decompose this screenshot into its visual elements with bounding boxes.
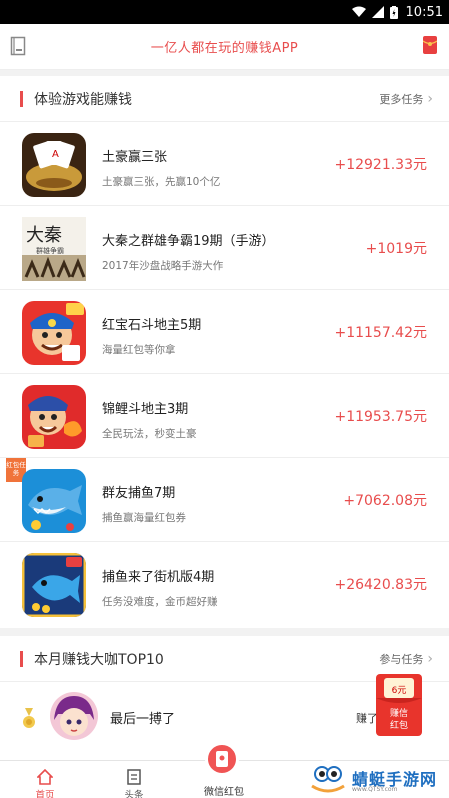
game-name: 大秦之群雄争霸19期（手游）	[102, 234, 275, 249]
floating-red-packet[interactable]: 6元 赚信 红包	[376, 674, 422, 736]
red-envelope-icon[interactable]	[423, 36, 437, 54]
avatar	[50, 692, 98, 740]
svg-text:A: A	[52, 149, 59, 160]
game-reward: +1019元	[365, 241, 427, 257]
game-name: 群友捕鱼7期	[102, 486, 176, 501]
tab-label: 首页	[35, 790, 55, 798]
game-reward: +11953.75元	[334, 409, 427, 425]
app-header: 一亿人都在玩的赚钱APP	[0, 24, 449, 70]
arcade-fishing-game-icon	[22, 553, 86, 617]
experience-games-section: 体验游戏能赚钱 更多任务 › A 土豪赢三张 土豪赢三张，先赢10个亿 +129…	[0, 76, 449, 628]
game-reward: +11157.42元	[334, 325, 427, 341]
more-tasks-label: 更多任务	[379, 92, 424, 106]
dragonfly-logo-icon	[306, 760, 350, 796]
signal-icon	[371, 6, 384, 18]
tab-label: 头条	[124, 790, 144, 798]
more-tasks-link[interactable]: 更多任务 ›	[379, 91, 433, 107]
join-task-link[interactable]: 参与任务 ›	[379, 651, 433, 667]
tab-label: 微信红包	[204, 787, 244, 798]
section-accent-bar	[20, 91, 23, 107]
game-reward: +12921.33元	[334, 157, 427, 173]
watermark-url: www.QTSY.com	[352, 786, 398, 793]
wifi-icon	[351, 6, 366, 17]
landlord-game-icon	[22, 301, 86, 365]
section-header: 体验游戏能赚钱 更多任务 ›	[0, 76, 449, 122]
red-packet-text-2: 红包	[389, 721, 408, 731]
section-accent-bar	[20, 651, 23, 667]
shark-fishing-game-icon	[22, 469, 86, 533]
poker-cards-icon: A	[22, 133, 86, 197]
koi-landlord-game-icon	[22, 385, 86, 449]
section-title: 本月赚钱大咖TOP10	[34, 651, 164, 668]
game-row[interactable]: 捕鱼来了街机版4期 任务没难度，金币超好赚 +26420.83元	[0, 542, 449, 626]
game-row[interactable]: 大秦 群雄争霸 大秦之群雄争霸19期（手游） 2017年沙盘战略手游大作 +101…	[0, 206, 449, 290]
home-icon	[37, 769, 53, 785]
app-slogan: 一亿人都在玩的赚钱APP	[150, 41, 299, 56]
game-reward: +26420.83元	[334, 577, 427, 593]
game-row[interactable]: 锦鲤斗地主3期 全民玩法，秒变土豪 +11953.75元	[0, 374, 449, 458]
game-row[interactable]: 红包任务 群友捕鱼7期 捕鱼赢海量红包券 +7062.08元	[0, 458, 449, 542]
red-packet-icon	[216, 751, 228, 767]
game-reward: +7062.08元	[343, 493, 427, 509]
chevron-right-icon: ›	[427, 650, 433, 667]
game-name: 土豪赢三张	[102, 150, 168, 165]
game-desc: 捕鱼赢海量红包券	[102, 512, 186, 524]
red-packet-amount: 6元	[391, 686, 407, 696]
game-desc: 全民玩法，秒变土豪	[102, 428, 197, 440]
game-name: 捕鱼来了街机版4期	[102, 570, 215, 585]
svg-text:群雄争霸: 群雄争霸	[36, 246, 64, 255]
game-desc: 土豪赢三张，先赢10个亿	[102, 176, 221, 188]
status-time: 10:51	[405, 4, 443, 20]
watermark: 蜻蜓手游网 www.QTSY.com	[300, 758, 449, 798]
earner-amount: 赚了	[356, 712, 378, 725]
tab-home[interactable]: 首页	[5, 761, 85, 798]
game-row[interactable]: A 土豪赢三张 土豪赢三张，先赢10个亿 +12921.33元	[0, 122, 449, 206]
tab-wechat-red-packet[interactable]	[205, 742, 239, 776]
earner-name: 最后一搏了	[110, 712, 176, 727]
daqin-game-icon: 大秦 群雄争霸	[22, 217, 86, 281]
notebook-icon[interactable]	[10, 36, 26, 56]
tab-headlines[interactable]: 头条	[94, 761, 174, 798]
game-desc: 2017年沙盘战略手游大作	[102, 260, 224, 272]
game-row[interactable]: 红宝石斗地主5期 海量红包等你拿 +11157.42元	[0, 290, 449, 374]
section-title: 体验游戏能赚钱	[34, 91, 132, 108]
battery-icon	[389, 5, 398, 19]
svg-text:大秦: 大秦	[26, 225, 62, 246]
medal-icon	[23, 708, 35, 728]
game-name: 红宝石斗地主5期	[102, 318, 202, 333]
status-bar: 10:51	[0, 0, 449, 24]
game-desc: 任务没难度，金币超好赚	[102, 596, 218, 608]
join-task-label: 参与任务	[379, 652, 424, 666]
chevron-right-icon: ›	[427, 90, 433, 107]
game-name: 锦鲤斗地主3期	[102, 402, 189, 417]
game-desc: 海量红包等你拿	[102, 344, 176, 356]
document-icon	[127, 769, 141, 785]
